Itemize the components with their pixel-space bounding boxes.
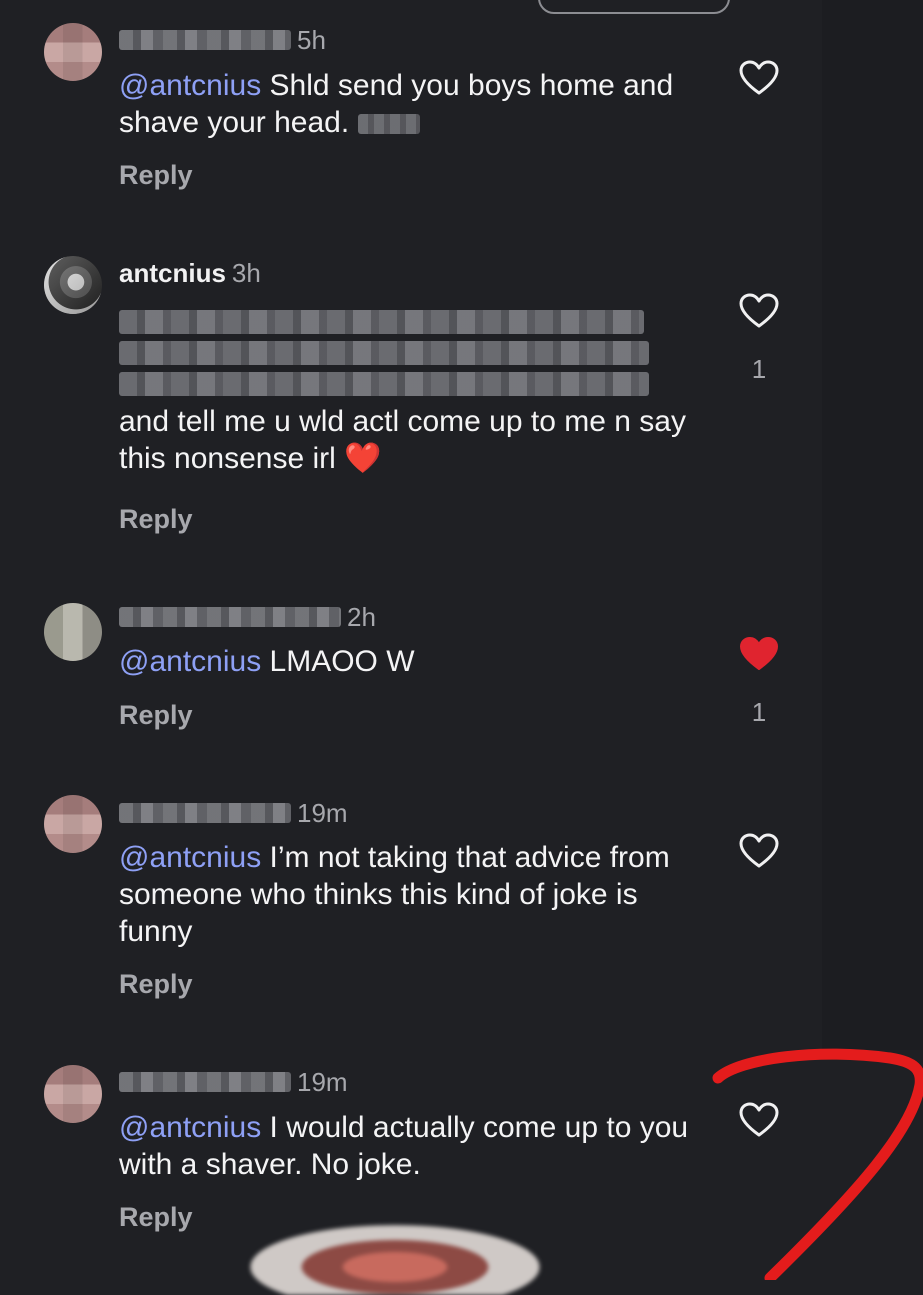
avatar[interactable]: [44, 256, 102, 314]
reply-button[interactable]: Reply: [119, 700, 193, 731]
heart-outline-icon[interactable]: [739, 293, 779, 329]
comment-header: antcnius 3h: [119, 257, 261, 289]
avatar[interactable]: [44, 1065, 102, 1123]
top-button[interactable]: [538, 0, 730, 14]
like-count[interactable]: 1: [740, 354, 778, 385]
reply-button[interactable]: Reply: [119, 504, 193, 535]
comment-header: 2h: [119, 601, 376, 633]
comment-text: @antcnius I would actually come up to yo…: [119, 1109, 719, 1183]
heart-outline-icon[interactable]: [739, 60, 779, 96]
like-count[interactable]: 1: [740, 697, 778, 728]
comment-time: 3h: [231, 257, 261, 288]
next-avatar-redacted: [250, 1225, 540, 1295]
reply-button[interactable]: Reply: [119, 160, 193, 191]
comment-body: LMAOO W: [261, 645, 415, 678]
reply-button[interactable]: Reply: [119, 969, 193, 1000]
comment-text: @antcnius LMAOO W: [119, 643, 719, 680]
mention-link[interactable]: @antcnius: [119, 841, 261, 874]
mention-link[interactable]: @antcnius: [119, 69, 261, 102]
heart-filled-icon[interactable]: [739, 636, 779, 672]
redacted-emoji: [357, 114, 420, 135]
redacted-line: [119, 341, 649, 365]
red-annotation-mark: [712, 1048, 923, 1280]
comment-header: 5h: [119, 24, 326, 56]
comment-body: and tell me u wld actl come up to me n s…: [119, 405, 686, 475]
username-redacted: [119, 1072, 291, 1092]
comment-header: 19m: [119, 797, 348, 829]
avatar[interactable]: [44, 23, 102, 81]
comment-time: 2h: [347, 601, 376, 632]
avatar[interactable]: [44, 603, 102, 661]
right-panel: [822, 0, 923, 1050]
redacted-line: [119, 310, 644, 334]
comment-time: 19m: [297, 1066, 348, 1097]
mention-link[interactable]: @antcnius: [119, 645, 261, 678]
redacted-line: [119, 372, 649, 396]
reply-button[interactable]: Reply: [119, 1202, 193, 1233]
username-redacted: [119, 803, 291, 823]
comment-text: @antcnius Shld send you boys home and sh…: [119, 67, 719, 141]
comment-text: and tell me u wld actl come up to me n s…: [119, 304, 719, 477]
heart-outline-icon[interactable]: [739, 833, 779, 869]
comment-time: 5h: [297, 24, 326, 55]
avatar[interactable]: [44, 795, 102, 853]
mention-link[interactable]: @antcnius: [119, 1111, 261, 1144]
comment-time: 19m: [297, 797, 348, 828]
comment-header: 19m: [119, 1066, 348, 1098]
comment-text: @antcnius I’m not taking that advice fro…: [119, 839, 719, 950]
username[interactable]: antcnius: [119, 258, 226, 289]
username-redacted: [119, 607, 341, 627]
username-redacted: [119, 30, 291, 50]
heart-emoji: ❤️: [344, 442, 382, 475]
